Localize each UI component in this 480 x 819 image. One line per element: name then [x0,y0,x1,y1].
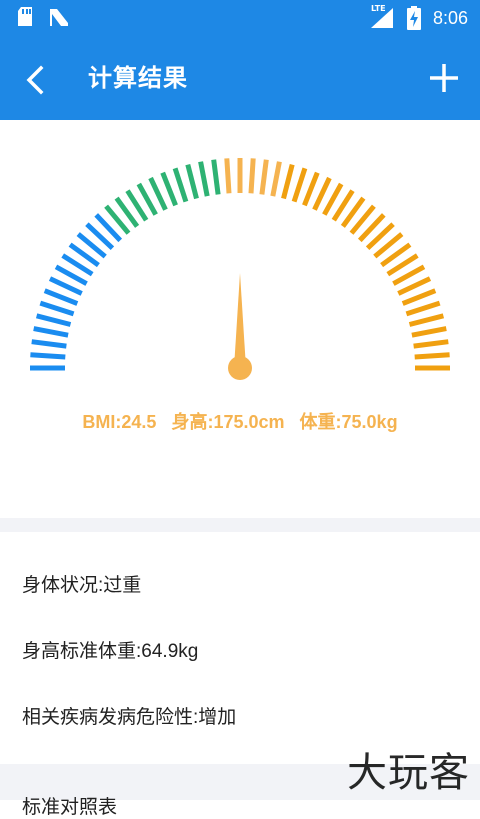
gauge-tick [291,167,308,203]
clock: 8:06 [432,8,468,28]
disease-risk-row: 相关疾病发病危险性:增加 [22,707,237,728]
page-title: 计算结果 [88,64,188,92]
gauge-tick [160,171,178,207]
gauge-tick [39,300,75,317]
gauge-needle [234,273,246,368]
gauge-hub [228,356,252,380]
app-toolbar: 计算结果 [0,36,480,120]
weight-value: 体重:75.0kg [299,412,398,432]
gauge-tick [224,158,232,194]
gauge-tick [259,159,269,195]
gauge-tick [172,167,189,203]
standard-weight-row: 身高标准体重:64.9kg [22,641,199,662]
gauge-tick [405,300,441,317]
status-bar: LTE 8:06 [0,0,480,36]
gauge-tick [33,326,69,338]
gauge-tick [411,326,447,338]
sd-card-icon [18,7,32,26]
result-info-list: 身体状况:过重 身高标准体重:64.9kg 相关疾病发病危险性:增加 [0,532,480,764]
gauge-tick [281,163,295,200]
battery-charging-icon [406,6,421,30]
gauge-tick [414,352,450,360]
gauge-tick [35,313,72,327]
gauge-tick [302,171,320,207]
reference-table-title: 标准对照表 [22,797,118,818]
height-value: 身高:175.0cm [171,412,285,432]
chevron-left-icon [26,65,44,95]
gauge-tick [43,288,79,306]
gauge-tick [185,163,199,200]
gauge-tick [270,161,282,197]
gauge-tick [211,159,221,195]
gauge-tick [198,161,210,197]
watermark-logo: 大玩客 [347,750,470,796]
network-type-label: LTE [370,4,386,13]
notification-n-icon [50,9,68,26]
section-divider [0,518,480,532]
gauge-tick [413,339,449,349]
result-summary: BMI:24.5 身高:175.0cm 体重:75.0kg [0,408,480,434]
gauge-tick [401,288,437,306]
gauge-tick [408,313,445,327]
plus-icon [430,64,458,92]
gauge-tick [31,339,67,349]
bmi-gauge [30,158,450,380]
bmi-value: BMI:24.5 [82,412,157,432]
bmi-gauge-panel: BMI:24.5 身高:175.0cm 体重:75.0kg [0,120,480,518]
gauge-tick [30,352,66,360]
body-status-row: 身体状况:过重 [22,575,142,596]
add-button[interactable] [426,60,462,96]
signal-icon: LTE [369,4,395,30]
gauge-tick [248,158,256,194]
back-button[interactable] [18,62,54,98]
